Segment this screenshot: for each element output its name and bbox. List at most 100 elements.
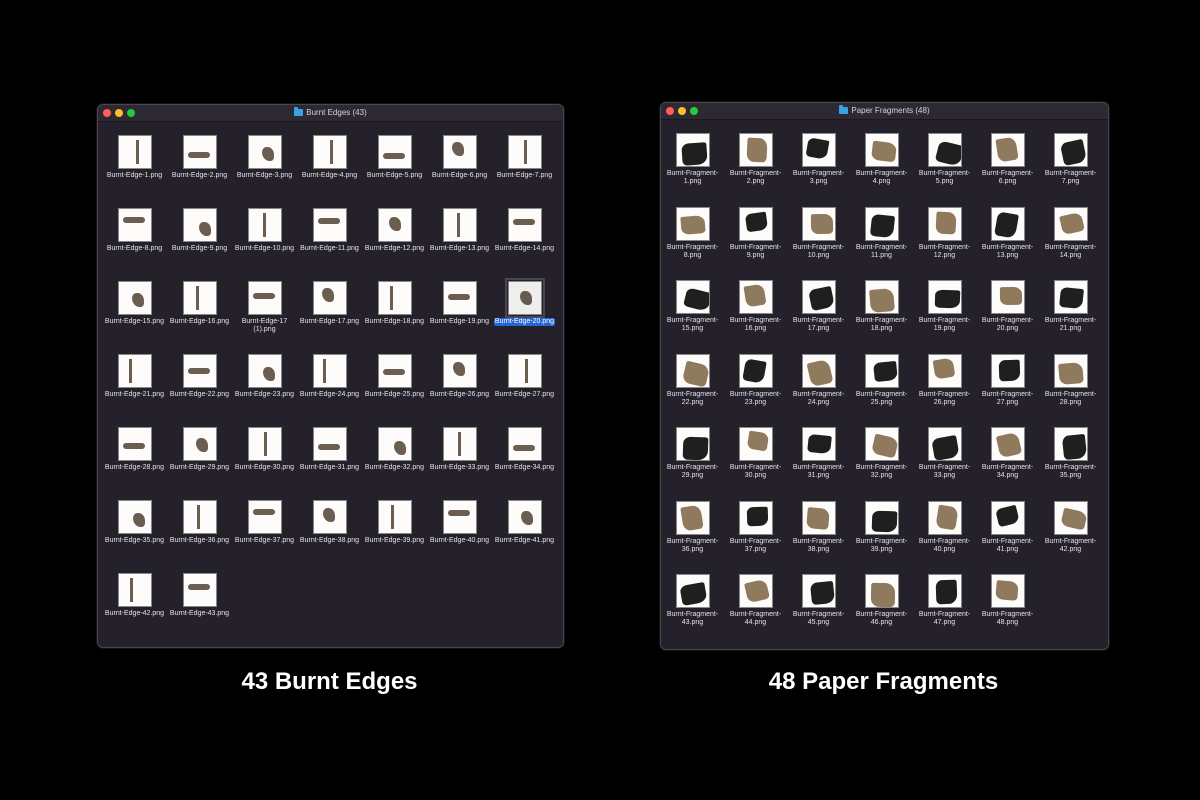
file-item[interactable]: Burnt-Edge-9.png [167, 208, 232, 281]
file-item[interactable]: Burnt-Fragment-30.png [724, 427, 787, 501]
file-thumbnail[interactable] [864, 280, 899, 314]
file-thumbnail[interactable] [182, 427, 217, 461]
file-thumbnail[interactable] [312, 354, 347, 388]
file-item[interactable]: Burnt-Fragment-34.png [976, 427, 1039, 501]
file-item[interactable]: Burnt-Edge-10.png [232, 208, 297, 281]
file-thumbnail[interactable] [507, 500, 542, 534]
file-item[interactable]: Burnt-Fragment-47.png [913, 574, 976, 648]
file-item[interactable]: Burnt-Fragment-31.png [787, 427, 850, 501]
file-item[interactable]: Burnt-Fragment-46.png [850, 574, 913, 648]
file-thumbnail[interactable] [442, 427, 477, 461]
file-thumbnail[interactable] [990, 500, 1025, 535]
file-item[interactable]: Burnt-Fragment-48.png [976, 574, 1039, 648]
file-thumbnail[interactable] [247, 427, 282, 461]
file-thumbnail[interactable] [247, 354, 282, 388]
file-thumbnail[interactable] [117, 208, 152, 242]
file-thumbnail[interactable] [442, 281, 477, 315]
file-item[interactable]: Burnt-Fragment-10.png [787, 206, 850, 281]
file-thumbnail[interactable] [927, 574, 962, 608]
file-item[interactable]: Burnt-Fragment-39.png [850, 500, 913, 575]
file-item[interactable]: Burnt-Fragment-44.png [724, 574, 787, 648]
file-item[interactable]: Burnt-Fragment-38.png [787, 500, 850, 575]
file-item[interactable]: Burnt-Fragment-9.png [724, 206, 787, 281]
file-thumbnail[interactable] [864, 353, 899, 388]
file-item[interactable]: Burnt-Edge-15.png [102, 281, 167, 354]
file-thumbnail[interactable] [442, 208, 477, 242]
file-item[interactable]: Burnt-Edge-34.png [492, 427, 557, 500]
file-thumbnail[interactable] [117, 427, 152, 461]
file-item[interactable]: Burnt-Fragment-21.png [1039, 280, 1102, 354]
file-item[interactable]: Burnt-Edge-22.png [167, 354, 232, 427]
file-item[interactable]: Burnt-Edge-41.png [492, 500, 557, 573]
file-thumbnail[interactable] [312, 135, 347, 169]
file-thumbnail[interactable] [801, 574, 836, 608]
file-item[interactable]: Burnt-Edge-11.png [297, 208, 362, 281]
file-thumbnail[interactable] [377, 427, 412, 461]
window-titlebar[interactable]: Burnt Edges (43) [98, 105, 563, 122]
file-thumbnail[interactable] [990, 427, 1025, 461]
file-thumbnail[interactable] [927, 500, 962, 535]
file-thumbnail[interactable] [442, 500, 477, 534]
file-item[interactable]: Burnt-Edge-14.png [492, 208, 557, 281]
file-item[interactable]: Burnt-Edge-19.png [427, 281, 492, 354]
file-item[interactable]: Burnt-Fragment-1.png [661, 133, 724, 207]
file-thumbnail[interactable] [507, 135, 542, 169]
file-thumbnail[interactable] [377, 354, 412, 388]
file-thumbnail[interactable] [801, 133, 836, 167]
window-titlebar[interactable]: Paper Fragments (48) [661, 103, 1108, 120]
file-thumbnail[interactable] [675, 427, 710, 461]
file-thumbnail[interactable] [117, 573, 152, 607]
file-item[interactable]: Burnt-Edge-16.png [167, 281, 232, 354]
file-thumbnail[interactable] [864, 574, 899, 608]
file-thumbnail[interactable] [507, 427, 542, 461]
file-item[interactable]: Burnt-Edge-40.png [427, 500, 492, 573]
file-thumbnail[interactable] [675, 206, 710, 241]
file-thumbnail[interactable] [507, 208, 542, 242]
file-thumbnail[interactable] [377, 281, 412, 315]
file-thumbnail[interactable] [864, 500, 899, 535]
file-thumbnail[interactable] [182, 281, 217, 315]
file-thumbnail[interactable] [738, 133, 773, 167]
file-thumbnail[interactable] [675, 133, 710, 167]
file-item[interactable]: Burnt-Fragment-37.png [724, 500, 787, 575]
file-item[interactable]: Burnt-Fragment-12.png [913, 206, 976, 281]
file-thumbnail[interactable] [738, 427, 773, 461]
file-item[interactable]: Burnt-Fragment-42.png [1039, 500, 1102, 575]
file-thumbnail[interactable] [1053, 353, 1088, 388]
file-thumbnail[interactable] [117, 354, 152, 388]
file-thumbnail[interactable] [312, 500, 347, 534]
file-item[interactable]: Burnt-Edge-5.png [362, 135, 427, 208]
file-thumbnail[interactable] [1053, 500, 1088, 535]
file-item[interactable]: Burnt-Fragment-5.png [913, 133, 976, 207]
file-thumbnail[interactable] [442, 354, 477, 388]
file-item[interactable]: Burnt-Edge-32.png [362, 427, 427, 500]
file-item[interactable]: Burnt-Fragment-41.png [976, 500, 1039, 575]
file-item[interactable]: Burnt-Fragment-3.png [787, 133, 850, 207]
file-thumbnail[interactable] [738, 574, 773, 608]
file-item[interactable]: Burnt-Edge-30.png [232, 427, 297, 500]
file-thumbnail[interactable] [312, 427, 347, 461]
file-item[interactable]: Burnt-Fragment-17.png [787, 280, 850, 354]
file-thumbnail[interactable] [182, 354, 217, 388]
file-item[interactable]: Burnt-Edge-43.png [167, 573, 232, 646]
file-item[interactable]: Burnt-Fragment-43.png [661, 574, 724, 648]
file-item[interactable]: Burnt-Edge-12.png [362, 208, 427, 281]
file-thumbnail[interactable] [182, 135, 217, 169]
file-item[interactable]: Burnt-Fragment-20.png [976, 280, 1039, 354]
file-item[interactable]: Burnt-Fragment-4.png [850, 133, 913, 207]
file-thumbnail[interactable] [927, 206, 962, 241]
file-item[interactable]: Burnt-Edge-39.png [362, 500, 427, 573]
file-thumbnail[interactable] [1053, 280, 1088, 314]
file-item[interactable]: Burnt-Edge-4.png [297, 135, 362, 208]
file-thumbnail[interactable] [312, 208, 347, 242]
file-item[interactable]: Burnt-Fragment-7.png [1039, 133, 1102, 207]
file-thumbnail[interactable] [377, 500, 412, 534]
file-thumbnail[interactable] [990, 574, 1025, 608]
file-item[interactable]: Burnt-Edge-33.png [427, 427, 492, 500]
file-thumbnail[interactable] [801, 427, 836, 461]
file-item[interactable]: Burnt-Edge-29.png [167, 427, 232, 500]
file-item[interactable]: Burnt-Fragment-18.png [850, 280, 913, 354]
file-thumbnail[interactable] [927, 353, 962, 388]
file-thumbnail[interactable] [864, 133, 899, 167]
file-item[interactable]: Burnt-Edge-37.png [232, 500, 297, 573]
